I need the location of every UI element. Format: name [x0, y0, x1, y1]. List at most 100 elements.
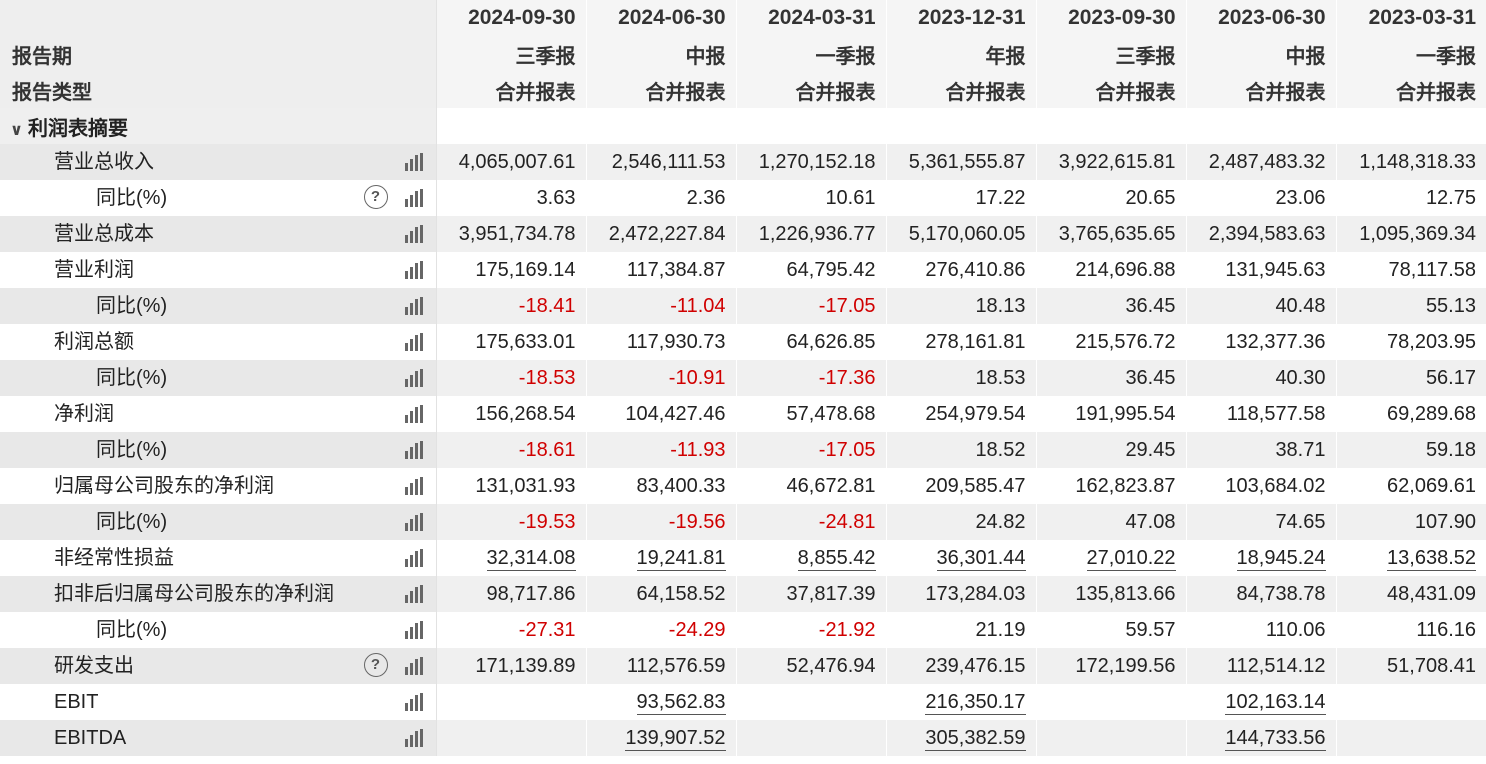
- report-period: 三季报: [435, 36, 586, 72]
- table-row[interactable]: 营业总成本 3,951,734.78 2,472,227.84 1,226,936.7…: [0, 216, 1486, 252]
- row-label-cell: 研发支出?: [0, 648, 437, 684]
- bar-chart-icon[interactable]: [404, 261, 424, 279]
- cell-value: 2,394,583.63: [1208, 222, 1326, 245]
- profit-statement-table: 2024-09-30 2024-06-30 2024-03-31 2023-12…: [0, 0, 1486, 756]
- header-date[interactable]: 2023-12-31: [885, 0, 1036, 36]
- value-cell: 55.13: [1335, 288, 1486, 324]
- value-cell: 278,161.81: [885, 324, 1036, 360]
- cell-value: 36.45: [1125, 366, 1176, 389]
- cell-value: 18.52: [975, 438, 1026, 461]
- value-cell: 52,476.94: [735, 648, 886, 684]
- row-label-cell: 营业利润: [0, 252, 437, 288]
- cell-value: 17.22: [975, 186, 1026, 209]
- table-row[interactable]: 净利润 156,268.54 104,427.46 57,478.68 254,979.…: [0, 396, 1486, 432]
- value-cell: 20.65: [1035, 180, 1186, 216]
- bar-chart-icon[interactable]: [404, 729, 424, 747]
- header-date[interactable]: 2023-03-31: [1335, 0, 1486, 36]
- value-cell: [1035, 684, 1186, 720]
- section-header[interactable]: ∨ 利润表摘要: [0, 108, 437, 144]
- help-icon[interactable]: ?: [363, 185, 388, 209]
- table-row[interactable]: 同比(%) -18.61 -11.93 -17.05 18.52 29.45 38.71 59…: [0, 432, 1486, 468]
- value-cell: 139,907.52: [585, 720, 736, 756]
- table-row[interactable]: 同比(%)? 3.63 2.36 10.61 17.22 20.65 23.06 12.75: [0, 180, 1486, 216]
- value-cell: 5,361,555.87: [885, 144, 1036, 180]
- table-row[interactable]: 研发支出? 171,139.89 112,576.59 52,476.94 239,47…: [0, 648, 1486, 684]
- header-corner: [0, 0, 437, 36]
- value-cell: 104,427.46: [585, 396, 736, 432]
- value-cell: -19.53: [435, 504, 586, 540]
- bar-chart-icon[interactable]: [404, 621, 424, 639]
- cell-value: 40.30: [1275, 366, 1326, 389]
- section-profit-summary[interactable]: ∨ 利润表摘要: [0, 108, 1486, 144]
- value-cell: 59.18: [1335, 432, 1486, 468]
- cell-value: 5,361,555.87: [908, 150, 1026, 173]
- table-row[interactable]: 同比(%) -19.53 -19.56 -24.81 24.82 47.08 74.65 10…: [0, 504, 1486, 540]
- cell-value: 118,577.58: [1226, 402, 1326, 425]
- value-cell: 24.82: [885, 504, 1036, 540]
- row-label-cell: EBIT: [0, 684, 437, 720]
- table-row[interactable]: EBITDA 139,907.52 305,382.59 144,733.56: [0, 720, 1486, 756]
- header-date[interactable]: 2024-09-30: [435, 0, 586, 36]
- cell-value: -24.29: [668, 618, 726, 641]
- row-label-cell: 同比(%): [0, 360, 437, 396]
- report-period: 一季报: [1335, 36, 1486, 72]
- help-icon[interactable]: ?: [363, 653, 388, 677]
- table-row[interactable]: EBIT 93,562.83 216,350.17 102,163.14: [0, 684, 1486, 720]
- cell-value: 191,995.54: [1075, 402, 1176, 425]
- table-row[interactable]: 归属母公司股东的净利润 131,031.93 83,400.33 46,672.81 2…: [0, 468, 1486, 504]
- table-row[interactable]: 营业总收入 4,065,007.61 2,546,111.53 1,270,152.1…: [0, 144, 1486, 180]
- bar-chart-icon[interactable]: [404, 189, 424, 207]
- bar-chart-icon[interactable]: [404, 225, 424, 243]
- value-cell: 191,995.54: [1035, 396, 1186, 432]
- row-label-cell: EBITDA: [0, 720, 437, 756]
- bar-chart-icon[interactable]: [404, 657, 424, 675]
- table-row[interactable]: 同比(%) -27.31 -24.29 -21.92 21.19 59.57 110.06 1…: [0, 612, 1486, 648]
- value-cell: -19.56: [585, 504, 736, 540]
- table-row[interactable]: 同比(%) -18.41 -11.04 -17.05 18.13 36.45 40.48 55…: [0, 288, 1486, 324]
- cell-value: 56.17: [1425, 366, 1476, 389]
- row-label: 同比(%): [96, 619, 168, 641]
- bar-chart-icon[interactable]: [404, 585, 424, 603]
- bar-chart-icon[interactable]: [404, 297, 424, 315]
- row-label-cell: 扣非后归属母公司股东的净利润: [0, 576, 437, 612]
- bar-chart-icon[interactable]: [404, 441, 424, 459]
- bar-chart-icon[interactable]: [404, 153, 424, 171]
- header-date[interactable]: 2024-03-31: [735, 0, 886, 36]
- row-label-cell: 净利润: [0, 396, 437, 432]
- row-label: 同比(%): [96, 187, 168, 209]
- bar-chart-icon[interactable]: [404, 693, 424, 711]
- table-row[interactable]: 利润总额 175,633.01 117,930.73 64,626.85 278,161…: [0, 324, 1486, 360]
- row-label: 归属母公司股东的净利润: [54, 475, 274, 497]
- bar-chart-icon[interactable]: [404, 549, 424, 567]
- table-row[interactable]: 营业利润 175,169.14 117,384.87 64,795.42 276,410…: [0, 252, 1486, 288]
- table-row[interactable]: 扣非后归属母公司股东的净利润 98,717.86 64,158.52 37,817.3…: [0, 576, 1486, 612]
- header-date[interactable]: 2023-06-30: [1185, 0, 1336, 36]
- header-date[interactable]: 2023-09-30: [1035, 0, 1186, 36]
- value-cell: 5,170,060.05: [885, 216, 1036, 252]
- bar-chart-icon[interactable]: [404, 513, 424, 531]
- bar-chart-icon[interactable]: [404, 333, 424, 351]
- cell-value: 102,163.14: [1225, 690, 1326, 715]
- bar-chart-icon[interactable]: [404, 369, 424, 387]
- value-cell: 1,270,152.18: [735, 144, 886, 180]
- cell-value: 215,576.72: [1075, 330, 1176, 353]
- cell-value: 112,514.12: [1226, 654, 1326, 677]
- value-cell: 27,010.22: [1035, 540, 1186, 576]
- cell-value: 139,907.52: [625, 726, 726, 751]
- cell-value: -19.53: [518, 510, 576, 533]
- value-cell: 131,945.63: [1185, 252, 1336, 288]
- cell-value: 278,161.81: [925, 330, 1026, 353]
- cell-value: 131,031.93: [475, 474, 576, 497]
- chevron-down-icon[interactable]: ∨: [10, 120, 28, 140]
- row-label-cell: 利润总额: [0, 324, 437, 360]
- bar-chart-icon[interactable]: [404, 477, 424, 495]
- cell-value: 46,672.81: [786, 474, 876, 497]
- report-type: 合并报表: [1035, 72, 1186, 108]
- header-date[interactable]: 2024-06-30: [585, 0, 736, 36]
- bar-chart-icon[interactable]: [404, 405, 424, 423]
- table-row[interactable]: 同比(%) -18.53 -10.91 -17.36 18.53 36.45 40.30 56…: [0, 360, 1486, 396]
- cell-value: 57,478.68: [786, 402, 876, 425]
- value-cell: -17.05: [735, 432, 886, 468]
- value-cell: 10.61: [735, 180, 886, 216]
- table-row[interactable]: 非经常性损益 32,314.08 19,241.81 8,855.42 36,301.4…: [0, 540, 1486, 576]
